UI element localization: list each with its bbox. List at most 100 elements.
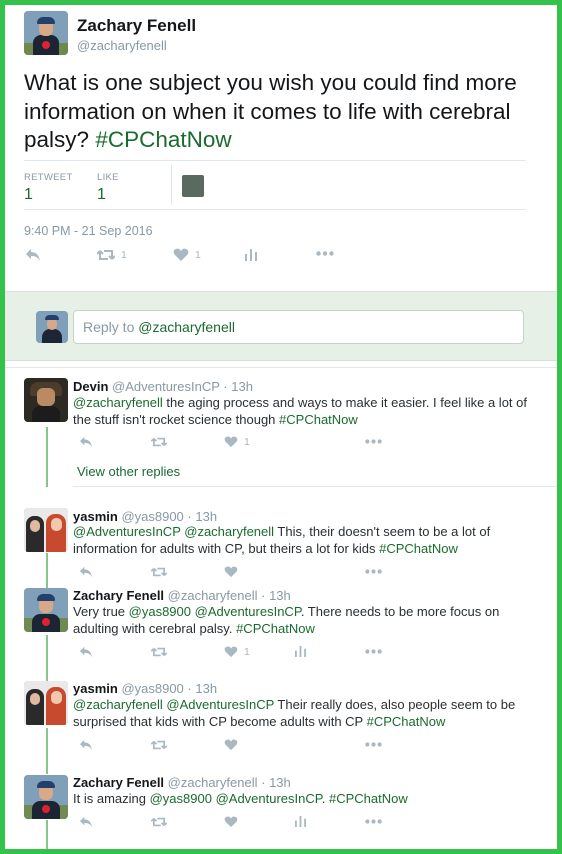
retweet-action[interactable] — [151, 739, 167, 751]
analytics-action[interactable] — [295, 816, 306, 827]
reply-author-name[interactable]: Zachary Fenell — [73, 588, 164, 603]
tweet-hashtag[interactable]: #CPChatNow — [95, 127, 231, 152]
stats-divider-top — [24, 160, 526, 161]
mention-link[interactable]: @AdventuresInCP — [195, 604, 301, 619]
mention-link[interactable]: @zacharyfenell — [184, 524, 274, 539]
more-action[interactable] — [365, 439, 382, 444]
reply-action[interactable] — [79, 566, 93, 578]
reply-author-handle[interactable]: @yas8900 — [121, 681, 183, 696]
stats-divider-bottom — [24, 209, 526, 210]
more-action[interactable] — [365, 569, 382, 574]
mention-link[interactable]: @zacharyfenell — [73, 395, 163, 410]
reply-action[interactable] — [79, 646, 93, 658]
more-action[interactable] — [365, 819, 382, 824]
more-action[interactable] — [365, 742, 382, 747]
reply-time[interactable]: 13h — [269, 588, 291, 603]
reply-action[interactable] — [25, 248, 41, 262]
separator-dot: · — [261, 775, 266, 790]
reply-action[interactable] — [79, 739, 93, 751]
retweet-action[interactable] — [151, 436, 167, 448]
liker-avatar[interactable] — [182, 175, 204, 197]
retweet-icon — [151, 646, 167, 658]
like-action[interactable] — [224, 566, 238, 578]
reply-author-name[interactable]: yasmin — [73, 509, 118, 524]
reply-author-handle[interactable]: @AdventuresInCP — [112, 379, 220, 394]
hashtag-link[interactable]: #CPChatNow — [379, 541, 458, 556]
more-icon — [365, 819, 382, 824]
like-count: 1 — [244, 436, 250, 448]
reply-avatar[interactable] — [24, 681, 68, 725]
like-action[interactable] — [224, 739, 238, 751]
mention-link[interactable]: @AdventuresInCP — [166, 697, 274, 712]
retweet-action[interactable] — [151, 646, 167, 658]
view-other-replies-link[interactable]: View other replies — [77, 464, 180, 479]
mention-link[interactable]: @yas8900 — [129, 604, 191, 619]
mention-link[interactable]: @yas8900 — [150, 791, 212, 806]
hashtag-link[interactable]: #CPChatNow — [236, 621, 315, 636]
retweet-icon — [151, 816, 167, 828]
reply-text: It is amazing @yas8900 @AdventuresInCP. … — [73, 791, 543, 808]
mention-link[interactable]: @AdventuresInCP — [73, 524, 181, 539]
reply-author-name[interactable]: Devin — [73, 379, 108, 394]
retweet-icon — [151, 739, 167, 751]
like-count: 1 — [244, 646, 250, 658]
reply-author-name[interactable]: yasmin — [73, 681, 118, 696]
reply-icon — [79, 646, 93, 658]
likes-count[interactable]: 1 — [97, 186, 106, 204]
reply-time[interactable]: 13h — [195, 509, 217, 524]
retweets-count[interactable]: 1 — [24, 186, 33, 204]
mention-link[interactable]: @zacharyfenell — [73, 697, 163, 712]
reply-header: Zachary Fenell @zacharyfenell · 13h — [73, 588, 291, 603]
retweet-action[interactable] — [151, 566, 167, 578]
tweet-timestamp[interactable]: 9:40 PM - 21 Sep 2016 — [24, 224, 153, 238]
reply-header: yasmin @yas8900 · 13h — [73, 509, 217, 524]
author-avatar[interactable] — [24, 11, 68, 55]
analytics-action[interactable] — [245, 249, 257, 261]
retweet-action-count: 1 — [121, 249, 127, 261]
like-action[interactable]: 1 — [173, 248, 201, 262]
more-action[interactable] — [365, 649, 382, 654]
reply-time[interactable]: 13h — [269, 775, 291, 790]
reply-header: yasmin @yas8900 · 13h — [73, 681, 217, 696]
reply-author-handle[interactable]: @zacharyfenell — [168, 588, 258, 603]
hashtag-link[interactable]: #CPChatNow — [279, 412, 358, 427]
thread-line — [46, 728, 48, 774]
reply-time[interactable]: 13h — [231, 379, 253, 394]
more-action[interactable] — [316, 251, 334, 256]
author-name[interactable]: Zachary Fenell — [77, 16, 196, 36]
separator-dot: · — [261, 588, 266, 603]
reply-author-handle[interactable]: @yas8900 — [121, 509, 183, 524]
reply-avatar[interactable] — [24, 775, 68, 819]
reply-input[interactable]: Reply to @zacharyfenell — [73, 310, 524, 344]
reply-avatar[interactable] — [24, 378, 68, 422]
retweet-action[interactable] — [151, 816, 167, 828]
hashtag-link[interactable]: #CPChatNow — [367, 714, 446, 729]
mention-link[interactable]: @AdventuresInCP — [216, 791, 322, 806]
more-icon — [365, 569, 382, 574]
like-action[interactable]: 1 — [224, 436, 250, 448]
like-action-count: 1 — [195, 249, 201, 261]
reply-time[interactable]: 13h — [195, 681, 217, 696]
reply-avatar[interactable] — [24, 508, 68, 552]
heart-icon — [224, 646, 238, 658]
reply-author-name[interactable]: Zachary Fenell — [73, 775, 164, 790]
reply-icon — [26, 249, 40, 261]
reply-user-avatar — [36, 311, 68, 343]
tweet-page: Zachary Fenell @zacharyfenell What is on… — [0, 0, 562, 854]
reply-box: Reply to @zacharyfenell — [5, 291, 557, 361]
reply-avatar[interactable] — [24, 588, 68, 632]
analytics-action[interactable] — [295, 646, 306, 657]
like-action[interactable] — [224, 816, 238, 828]
like-action[interactable]: 1 — [224, 646, 250, 658]
retweet-icon — [97, 250, 115, 260]
hashtag-link[interactable]: #CPChatNow — [329, 791, 408, 806]
tweet-text: What is one subject you wish you could f… — [24, 69, 544, 155]
reply-action[interactable] — [79, 816, 93, 828]
author-handle[interactable]: @zacharyfenell — [77, 38, 167, 53]
reply-text: @AdventuresInCP @zacharyfenell This, the… — [73, 524, 543, 557]
reply-author-handle[interactable]: @zacharyfenell — [168, 775, 258, 790]
reply-text-segment: It is amazing — [73, 791, 150, 806]
reply-icon — [79, 566, 93, 578]
retweet-action[interactable]: 1 — [97, 248, 127, 262]
reply-action[interactable] — [79, 436, 93, 448]
